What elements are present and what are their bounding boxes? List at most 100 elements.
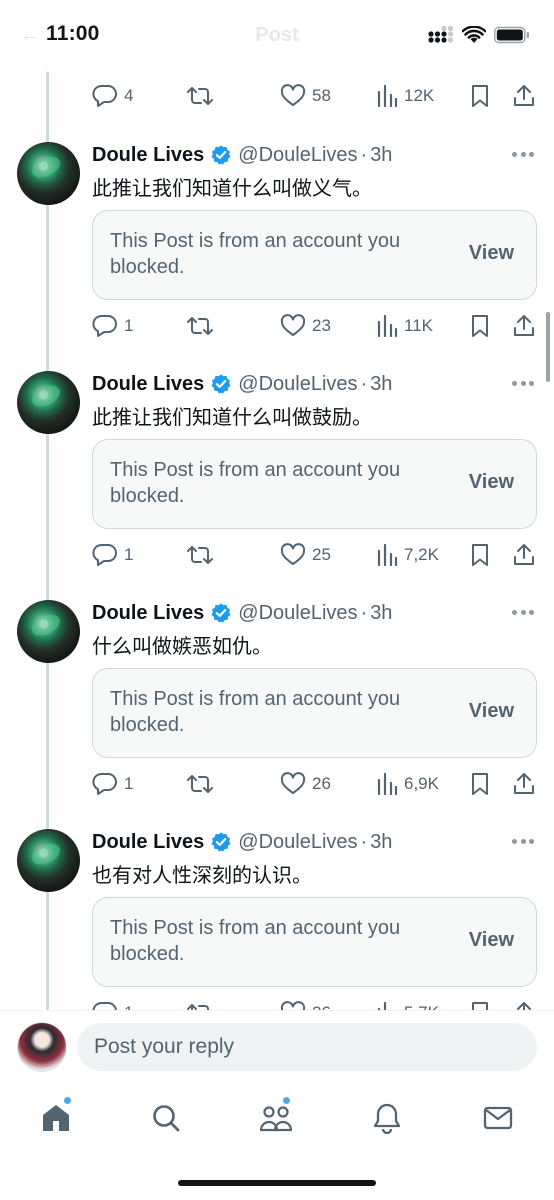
share-icon	[514, 315, 534, 336]
views-count: 6,9K	[404, 774, 439, 793]
repost-icon	[187, 317, 213, 335]
avatar[interactable]	[17, 371, 80, 434]
reply-button[interactable]: 1	[92, 312, 133, 340]
bookmark-icon	[472, 85, 488, 107]
mail-icon	[483, 1106, 513, 1130]
reply-count: 1	[124, 545, 134, 564]
nav-home[interactable]	[36, 1096, 76, 1138]
like-button[interactable]: 58	[280, 82, 331, 110]
bookmark-icon	[472, 315, 488, 337]
more-options-icon[interactable]	[512, 148, 534, 160]
battery-icon	[494, 26, 529, 44]
views-count: 12K	[404, 86, 435, 105]
views-chart-icon	[377, 543, 398, 567]
action-bar: 1 23 11K	[92, 312, 537, 340]
like-button[interactable]: 25	[280, 541, 331, 569]
repost-icon	[187, 546, 213, 564]
reply-count: 1	[124, 774, 134, 793]
display-name[interactable]: Doule Lives	[92, 373, 204, 396]
handle[interactable]: @DouleLives	[238, 373, 357, 396]
reply-button[interactable]: 4	[92, 82, 133, 110]
like-button[interactable]: 26	[280, 770, 331, 798]
reply-composer: Post your reply	[0, 1010, 554, 1084]
verified-badge-icon	[210, 831, 232, 853]
bookmark-icon	[472, 544, 488, 566]
reply-icon	[92, 773, 117, 795]
tweet-text: 此推让我们知道什么叫做义气。	[92, 176, 372, 200]
like-count: 26	[312, 774, 331, 793]
repost-button[interactable]	[186, 82, 220, 110]
avatar[interactable]	[17, 829, 80, 892]
views-button[interactable]: 6,9K	[376, 770, 439, 798]
tweet-header: Doule Lives @DouleLives · 3h	[92, 142, 392, 168]
more-options-icon[interactable]	[512, 606, 534, 618]
wifi-icon	[462, 26, 486, 43]
reply-count: 1	[124, 316, 134, 335]
handle[interactable]: @DouleLives	[238, 602, 357, 625]
bookmark-button[interactable]	[470, 770, 490, 798]
repost-button[interactable]	[186, 312, 220, 340]
bookmark-button[interactable]	[470, 312, 490, 340]
cellular-signal-icon	[428, 26, 454, 43]
views-chart-icon	[377, 772, 398, 796]
view-button[interactable]: View	[469, 929, 514, 952]
reply-count: 4	[124, 86, 134, 105]
repost-button[interactable]	[186, 541, 220, 569]
bookmark-button[interactable]	[470, 541, 490, 569]
share-button[interactable]	[513, 82, 535, 110]
blocked-notice: This Post is from an account you blocked…	[110, 230, 401, 278]
bell-icon	[373, 1103, 401, 1134]
more-options-icon[interactable]	[512, 835, 534, 847]
display-name[interactable]: Doule Lives	[92, 831, 204, 854]
repost-button[interactable]	[186, 770, 220, 798]
views-chart-icon	[377, 84, 398, 108]
nav-messages[interactable]	[478, 1098, 518, 1138]
views-button[interactable]: 12K	[376, 82, 434, 110]
reply-icon	[92, 544, 117, 566]
heart-icon	[280, 84, 306, 106]
share-button[interactable]	[513, 770, 535, 798]
views-count: 7,2K	[404, 545, 439, 564]
display-name[interactable]: Doule Lives	[92, 602, 204, 625]
timestamp[interactable]: 3h	[370, 373, 392, 396]
share-button[interactable]	[513, 541, 535, 569]
blocked-notice: This Post is from an account you blocked…	[110, 917, 401, 965]
reply-input[interactable]: Post your reply	[77, 1023, 537, 1071]
views-chart-icon	[377, 314, 398, 338]
status-icons	[428, 26, 530, 44]
scrollbar-thumb[interactable]	[546, 312, 550, 382]
view-button[interactable]: View	[469, 700, 514, 723]
blocked-post-card: This Post is from an account you blocked…	[92, 668, 537, 758]
separator-dot: ·	[360, 601, 368, 624]
verified-badge-icon	[210, 373, 232, 395]
action-bar: 4 58 12K	[92, 82, 537, 110]
separator-dot: ·	[360, 372, 368, 395]
blocked-notice: This Post is from an account you blocked…	[110, 688, 401, 736]
bookmark-button[interactable]	[470, 82, 490, 110]
timestamp[interactable]: 3h	[370, 831, 392, 854]
current-user-avatar[interactable]	[17, 1022, 67, 1072]
status-time: 11:00	[46, 22, 100, 45]
share-icon	[514, 544, 534, 565]
share-button[interactable]	[513, 312, 535, 340]
handle[interactable]: @DouleLives	[238, 831, 357, 854]
views-button[interactable]: 11K	[376, 312, 433, 340]
views-button[interactable]: 7,2K	[376, 541, 439, 569]
reply-button[interactable]: 1	[92, 541, 133, 569]
handle[interactable]: @DouleLives	[238, 144, 357, 167]
separator-dot: ·	[360, 830, 368, 853]
more-options-icon[interactable]	[512, 377, 534, 389]
nav-notifications[interactable]	[367, 1098, 407, 1138]
timestamp[interactable]: 3h	[370, 144, 392, 167]
view-button[interactable]: View	[469, 471, 514, 494]
avatar[interactable]	[17, 600, 80, 663]
view-button[interactable]: View	[469, 242, 514, 265]
nav-communities[interactable]	[256, 1096, 296, 1138]
nav-search[interactable]	[146, 1098, 186, 1138]
avatar[interactable]	[17, 142, 80, 205]
display-name[interactable]: Doule Lives	[92, 144, 204, 167]
reply-button[interactable]: 1	[92, 770, 133, 798]
unread-dot	[63, 1096, 72, 1105]
like-button[interactable]: 23	[280, 312, 331, 340]
timestamp[interactable]: 3h	[370, 602, 392, 625]
